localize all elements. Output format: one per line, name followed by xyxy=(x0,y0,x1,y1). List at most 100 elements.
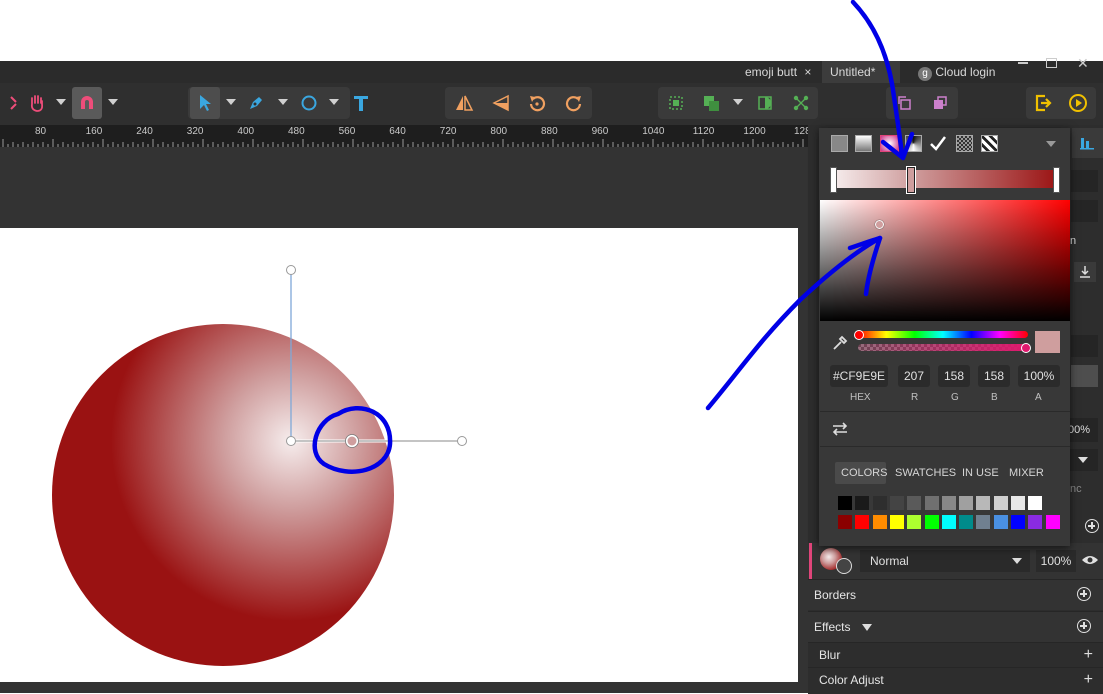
hand-tool-icon[interactable] xyxy=(22,87,52,119)
gradient-bar[interactable] xyxy=(833,170,1059,188)
hue-slider[interactable] xyxy=(858,331,1028,338)
gradient-stop-handle[interactable] xyxy=(345,434,359,448)
side-percent-field[interactable]: 00% xyxy=(1068,418,1098,442)
fill-type-diamond-icon[interactable] xyxy=(929,134,947,152)
color-swatch[interactable] xyxy=(838,496,852,510)
color-swatch[interactable] xyxy=(941,515,956,529)
window-close-icon[interactable]: ✕ xyxy=(1077,55,1089,72)
color-swatch[interactable] xyxy=(1045,515,1060,529)
gradient-handle-end[interactable] xyxy=(457,436,467,446)
add-icon[interactable]: + xyxy=(1084,668,1093,692)
export-icon[interactable] xyxy=(1028,87,1058,119)
red-sphere[interactable] xyxy=(52,324,394,666)
eye-icon[interactable] xyxy=(1081,553,1099,572)
bring-forward-icon[interactable] xyxy=(925,87,955,119)
add-effect-icon[interactable] xyxy=(1077,619,1091,633)
maximize-icon[interactable] xyxy=(1046,58,1057,68)
alpha-input[interactable]: 100% xyxy=(1018,365,1060,387)
alpha-slider-handle[interactable] xyxy=(1021,343,1031,353)
chevron-down-icon[interactable] xyxy=(226,99,236,105)
chevron-down-icon[interactable] xyxy=(862,624,872,631)
color-swatch[interactable] xyxy=(855,496,870,510)
align-bottom-icon[interactable] xyxy=(1074,262,1096,282)
pen-tool-icon[interactable] xyxy=(241,87,271,119)
color-swatch[interactable] xyxy=(907,515,922,529)
eyedropper-icon[interactable] xyxy=(831,334,849,352)
flip-vertical-icon[interactable] xyxy=(486,87,516,119)
union-icon[interactable] xyxy=(697,87,727,119)
red-input[interactable]: 207 xyxy=(898,365,930,387)
tab-swatches[interactable]: SWATCHES xyxy=(895,467,956,479)
gradient-handle-top[interactable] xyxy=(286,265,296,275)
color-adjust-effect-row[interactable]: Color Adjust + xyxy=(808,667,1103,694)
tab-mixer[interactable]: MIXER xyxy=(1009,467,1044,479)
canvas-scrollbar[interactable] xyxy=(0,682,808,693)
chevron-down-icon[interactable] xyxy=(278,99,288,105)
color-swatch[interactable] xyxy=(872,515,887,529)
swap-arrows-icon[interactable] xyxy=(831,421,849,437)
rotate-right-icon[interactable] xyxy=(559,87,589,119)
color-swatch[interactable] xyxy=(838,515,852,529)
chevron-down-icon[interactable] xyxy=(56,99,66,105)
blur-effect-row[interactable]: Blur + xyxy=(808,642,1103,668)
tab-emoji-butt[interactable]: emoji butt × xyxy=(745,61,811,83)
borders-section[interactable]: Borders xyxy=(808,579,1103,610)
chevron-down-icon[interactable] xyxy=(329,99,339,105)
gradient-edit-icon[interactable] xyxy=(836,558,852,574)
mask-icon[interactable] xyxy=(750,87,780,119)
color-swatch[interactable] xyxy=(941,496,956,510)
side-field[interactable] xyxy=(1071,200,1098,222)
color-swatch[interactable] xyxy=(1011,515,1025,529)
blue-input[interactable]: 158 xyxy=(978,365,1010,387)
color-swatch[interactable] xyxy=(993,515,1008,529)
fill-type-pattern-icon[interactable] xyxy=(956,135,973,152)
fill-opacity[interactable]: 100% xyxy=(1036,550,1076,572)
add-border-icon[interactable] xyxy=(1077,587,1091,601)
chevron-down-icon[interactable] xyxy=(1046,141,1056,147)
color-swatch[interactable] xyxy=(976,496,991,510)
color-swatch[interactable] xyxy=(1028,496,1043,510)
color-swatch[interactable] xyxy=(924,496,939,510)
color-swatch[interactable] xyxy=(924,515,939,529)
color-swatch[interactable] xyxy=(993,496,1008,510)
rotate-left-icon[interactable] xyxy=(522,87,552,119)
green-input[interactable]: 158 xyxy=(938,365,970,387)
tab-in-use[interactable]: IN USE xyxy=(962,467,999,479)
gradient-stop-start[interactable] xyxy=(830,167,837,193)
group-icon[interactable] xyxy=(661,87,691,119)
hue-slider-handle[interactable] xyxy=(854,330,864,340)
color-swatch[interactable] xyxy=(907,496,922,510)
color-swatch[interactable] xyxy=(855,515,870,529)
add-icon[interactable]: + xyxy=(1084,643,1093,667)
effects-section[interactable]: Effects xyxy=(808,611,1103,642)
fill-type-radial-icon[interactable] xyxy=(880,135,899,152)
minimize-icon[interactable] xyxy=(1018,62,1028,64)
text-tool-icon[interactable] xyxy=(346,87,376,119)
chevron-down-icon[interactable] xyxy=(733,99,743,105)
chevron-down-icon[interactable] xyxy=(108,99,118,105)
tab-untitled[interactable]: Untitled* xyxy=(822,61,900,83)
color-swatch[interactable] xyxy=(889,496,904,510)
color-swatch[interactable] xyxy=(959,515,974,529)
gradient-stop-selected[interactable] xyxy=(906,166,916,194)
pointer-tool-icon[interactable] xyxy=(190,87,220,119)
gradient-handle-center[interactable] xyxy=(286,436,296,446)
color-swatch[interactable] xyxy=(889,515,904,529)
color-swatch[interactable] xyxy=(1011,496,1025,510)
fill-type-solid-icon[interactable] xyxy=(831,135,848,152)
blend-mode-select[interactable]: Normal xyxy=(860,550,1030,572)
fill-type-angular-icon[interactable] xyxy=(905,135,922,152)
flip-horizontal-icon[interactable] xyxy=(449,87,479,119)
play-preview-icon[interactable] xyxy=(1063,87,1093,119)
snapping-magnet-icon[interactable] xyxy=(72,87,102,119)
side-dropdown[interactable] xyxy=(1068,449,1098,471)
color-picker-cursor[interactable] xyxy=(875,220,884,229)
color-swatch[interactable] xyxy=(1028,515,1043,529)
side-field[interactable] xyxy=(1071,365,1098,387)
close-icon[interactable]: × xyxy=(804,65,811,79)
send-backward-icon[interactable] xyxy=(889,87,919,119)
color-swatch[interactable] xyxy=(872,496,887,510)
side-field[interactable] xyxy=(1071,335,1098,357)
side-field[interactable] xyxy=(1071,170,1098,192)
connect-nodes-icon[interactable] xyxy=(786,87,816,119)
